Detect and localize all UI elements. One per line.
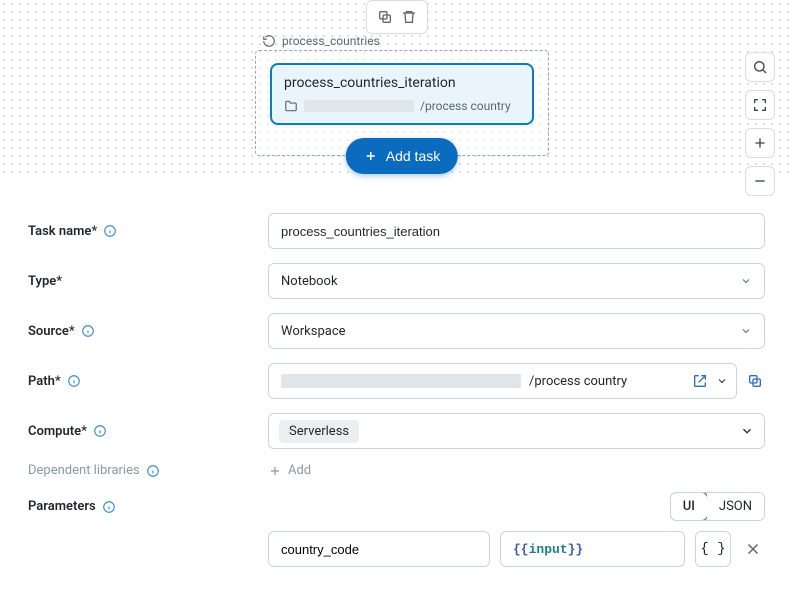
label-task-name: Task name* — [28, 224, 268, 239]
parameter-row: {{input}} { } — [268, 531, 765, 567]
chevron-down-icon — [740, 424, 754, 438]
add-library-label: Add — [288, 463, 311, 478]
add-library-button[interactable]: Add — [268, 463, 765, 478]
compute-select[interactable]: Serverless — [268, 413, 765, 449]
trash-icon[interactable] — [399, 7, 419, 27]
parameters-mode-json[interactable]: JSON — [707, 493, 764, 520]
label-compute: Compute* — [28, 424, 268, 439]
type-value: Notebook — [281, 274, 338, 289]
label-dependent-libraries: Dependent libraries — [28, 463, 268, 478]
compute-value: Serverless — [279, 420, 359, 443]
duplicate-icon[interactable] — [375, 7, 395, 27]
task-name-input[interactable] — [268, 213, 765, 249]
folder-icon — [284, 99, 298, 113]
info-icon[interactable] — [102, 500, 116, 514]
source-select[interactable]: Workspace — [268, 313, 765, 349]
task-card-path-suffix: /process country — [420, 99, 511, 113]
task-loop-group[interactable]: process_countries_iteration /process cou… — [255, 50, 549, 156]
external-link-icon[interactable] — [692, 373, 708, 389]
task-card-path: /process country — [284, 99, 520, 113]
copy-path-button[interactable] — [745, 371, 765, 391]
loop-icon — [262, 34, 276, 48]
info-icon[interactable] — [93, 424, 107, 438]
add-task-label: Add task — [386, 148, 440, 164]
label-parameters: Parameters — [28, 499, 268, 514]
parameters-mode-toggle: UI JSON — [670, 492, 765, 521]
add-task-button[interactable]: Add task — [346, 138, 458, 174]
task-card-title: process_countries_iteration — [284, 75, 520, 91]
chevron-down-icon — [740, 325, 752, 337]
parameter-value-input[interactable]: {{input}} — [500, 531, 685, 567]
label-source: Source* — [28, 324, 268, 339]
zoom-in-button[interactable] — [745, 128, 775, 158]
redacted-path-segment — [281, 374, 521, 388]
chevron-down-icon — [716, 375, 728, 387]
chevron-down-icon — [740, 275, 752, 287]
task-graph-canvas[interactable]: process_countries process_countries_iter… — [0, 0, 793, 195]
zoom-out-button[interactable] — [745, 166, 775, 196]
label-type: Type* — [28, 274, 268, 289]
loop-header: process_countries — [262, 34, 380, 48]
source-value: Workspace — [281, 324, 346, 339]
parameter-key-input[interactable] — [268, 531, 490, 567]
parameters-mode-ui[interactable]: UI — [670, 492, 708, 521]
loop-label: process_countries — [282, 34, 380, 48]
task-card[interactable]: process_countries_iteration /process cou… — [270, 63, 534, 125]
info-icon[interactable] — [67, 374, 81, 388]
fit-screen-button[interactable] — [745, 90, 775, 120]
label-path: Path* — [28, 374, 268, 389]
redacted-path-segment — [304, 100, 414, 112]
type-select[interactable]: Notebook — [268, 263, 765, 299]
path-select[interactable]: /process country — [268, 363, 737, 399]
info-icon[interactable] — [103, 224, 117, 238]
card-toolbar — [366, 0, 428, 34]
zoom-controls — [745, 52, 775, 196]
search-button[interactable] — [745, 52, 775, 82]
task-config-form: Task name* Type* Notebook Source* Worksp… — [0, 195, 793, 591]
delete-parameter-button[interactable] — [741, 537, 765, 561]
info-icon[interactable] — [81, 324, 95, 338]
info-icon[interactable] — [146, 464, 160, 478]
insert-template-button[interactable]: { } — [695, 531, 731, 567]
path-suffix: /process country — [529, 374, 684, 389]
